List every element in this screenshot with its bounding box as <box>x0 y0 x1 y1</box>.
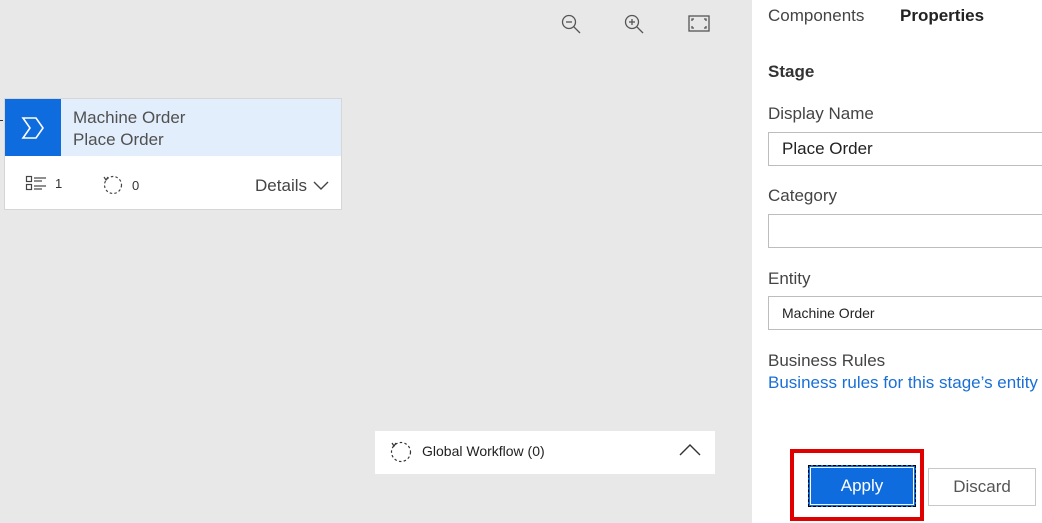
stage-card-header: Machine Order Place Order <box>5 99 341 156</box>
steps-icon <box>25 175 46 191</box>
discard-button[interactable]: Discard <box>928 468 1036 506</box>
zoom-in-icon[interactable] <box>622 12 646 36</box>
tab-properties[interactable]: Properties <box>900 6 984 26</box>
stage-entity-name: Machine Order <box>73 108 186 127</box>
chevron-down-icon <box>313 181 329 190</box>
workflows-count: 0 <box>102 175 139 195</box>
zoom-out-icon[interactable] <box>559 12 583 36</box>
stage-name: Place Order <box>73 130 164 149</box>
display-name-input[interactable] <box>768 132 1042 166</box>
connector-line <box>0 120 3 121</box>
business-rules-link[interactable]: Business rules for this stage’s entity <box>768 373 1038 393</box>
steps-count: 1 <box>25 175 62 191</box>
fit-to-screen-icon[interactable] <box>687 12 711 36</box>
details-toggle[interactable]: Details <box>255 176 329 196</box>
business-rules-label: Business Rules <box>768 351 886 370</box>
details-label: Details <box>255 176 307 195</box>
stage-icon <box>5 99 61 156</box>
section-title: Stage <box>768 62 815 81</box>
apply-button[interactable]: Apply <box>808 465 916 507</box>
workflows-count-value: 0 <box>132 177 140 193</box>
properties-panel: Components Properties Stage Display Name… <box>752 0 1042 523</box>
tab-components[interactable]: Components <box>768 6 864 26</box>
designer-canvas: Machine Order Place Order 1 0 Details Gl… <box>0 0 752 523</box>
global-workflow-bar[interactable]: Global Workflow (0) <box>375 431 715 474</box>
entity-label: Entity <box>768 269 811 288</box>
stage-card-footer: 1 0 Details <box>5 156 341 209</box>
category-input[interactable] <box>768 214 1042 248</box>
global-workflow-label: Global Workflow (0) <box>422 443 545 459</box>
workflow-icon <box>103 175 123 195</box>
steps-count-value: 1 <box>55 175 63 191</box>
stage-card[interactable]: Machine Order Place Order 1 0 Details <box>4 98 342 210</box>
category-label: Category <box>768 186 837 205</box>
chevron-up-icon[interactable] <box>679 443 701 457</box>
workflow-icon <box>390 441 412 463</box>
entity-input[interactable] <box>768 296 1042 330</box>
display-name-label: Display Name <box>768 104 874 123</box>
